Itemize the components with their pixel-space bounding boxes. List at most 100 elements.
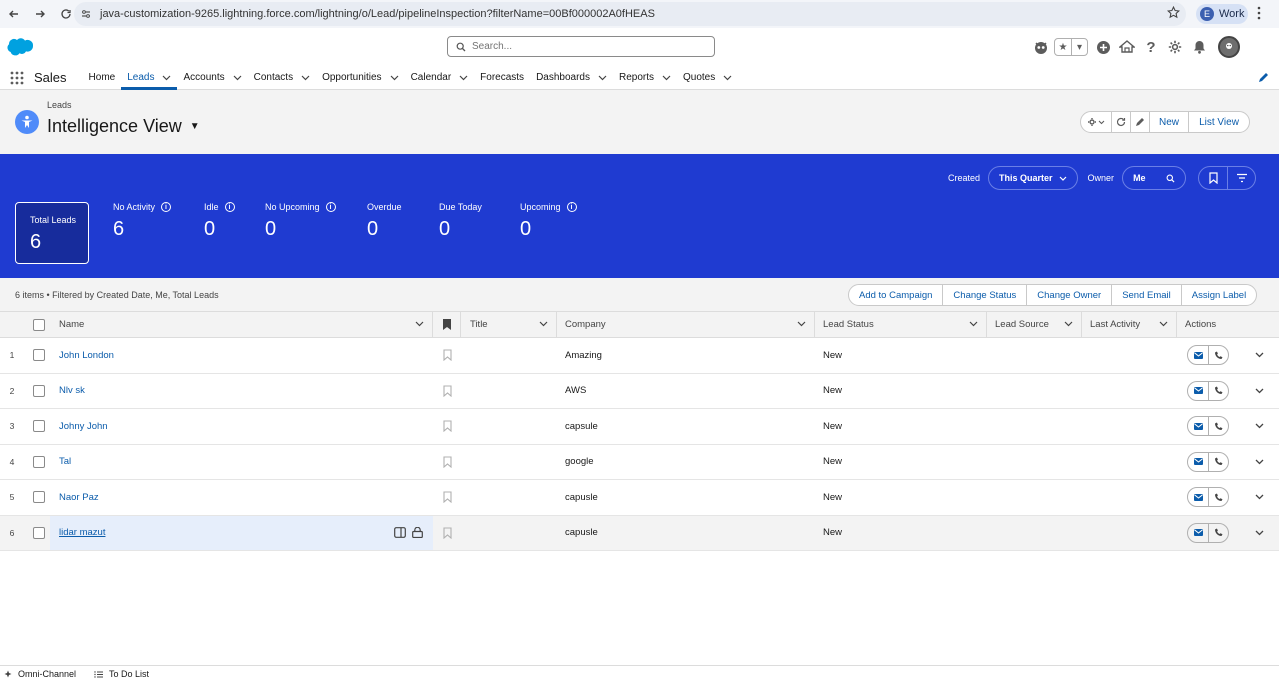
edit-list-button[interactable] xyxy=(1130,111,1150,133)
nav-item-calendar[interactable]: Calendar xyxy=(405,66,475,89)
bookmark-outline-icon[interactable] xyxy=(442,349,452,362)
bookmark-star-icon[interactable] xyxy=(1167,6,1180,19)
user-avatar[interactable] xyxy=(1218,36,1240,58)
table-row[interactable]: 2 Nlv sk AWS New xyxy=(0,373,1279,409)
app-launcher-icon[interactable] xyxy=(2,66,32,89)
chevron-down-icon[interactable] xyxy=(797,321,806,327)
setup-gear-icon[interactable] xyxy=(1164,36,1186,58)
edit-nav-pencil-icon[interactable] xyxy=(1258,72,1269,83)
saved-filters-bookmark-icon[interactable] xyxy=(1199,167,1227,189)
global-create-icon[interactable] xyxy=(1092,36,1114,58)
change-status-button[interactable]: Change Status xyxy=(942,284,1028,306)
metric-no-activity[interactable]: No Activity i 6 xyxy=(113,202,172,241)
lead-name-link[interactable]: lidar mazut xyxy=(59,527,105,538)
bookmark-outline-icon[interactable] xyxy=(442,385,452,397)
phone-icon[interactable] xyxy=(1208,452,1228,471)
metric-upcoming[interactable]: Upcoming i 0 xyxy=(520,202,577,241)
chevron-down-icon[interactable] xyxy=(233,75,242,81)
row-checkbox[interactable] xyxy=(33,491,45,504)
send-email-button[interactable]: Send Email xyxy=(1111,284,1182,306)
row-checkbox[interactable] xyxy=(33,420,45,433)
phone-icon[interactable] xyxy=(1208,488,1228,507)
nav-item-opportunities[interactable]: Opportunities xyxy=(316,66,404,89)
chevron-down-icon[interactable] xyxy=(662,75,671,81)
chevron-down-icon[interactable] xyxy=(1255,459,1264,465)
nav-item-quotes[interactable]: Quotes xyxy=(677,66,738,89)
info-icon[interactable]: i xyxy=(161,202,172,212)
email-icon[interactable] xyxy=(1188,417,1208,435)
bookmark-outline-icon[interactable] xyxy=(442,491,452,504)
column-header-name[interactable]: Name xyxy=(50,312,433,337)
todo-list-button[interactable]: To Do List xyxy=(94,669,149,679)
chevron-down-icon[interactable] xyxy=(1255,530,1264,536)
info-icon[interactable]: i xyxy=(566,202,577,212)
bookmark-outline-icon[interactable] xyxy=(442,456,452,468)
email-icon[interactable] xyxy=(1188,453,1208,471)
chevron-down-icon[interactable] xyxy=(459,75,468,81)
row-checkbox[interactable] xyxy=(33,384,45,397)
chevron-down-icon[interactable] xyxy=(1255,494,1264,500)
info-icon[interactable]: i xyxy=(325,202,336,212)
bookmark-outline-icon[interactable] xyxy=(442,420,452,433)
add-to-campaign-button[interactable]: Add to Campaign xyxy=(848,284,944,306)
table-row[interactable]: 4 Tal google New xyxy=(0,444,1279,480)
chevron-down-icon[interactable] xyxy=(1064,321,1073,327)
metric-overdue[interactable]: Overdue 0 xyxy=(367,202,402,241)
lead-name-link[interactable]: Tal xyxy=(59,456,71,467)
email-icon[interactable] xyxy=(1188,488,1208,506)
row-checkbox[interactable] xyxy=(33,349,45,362)
email-icon[interactable] xyxy=(1188,524,1208,542)
preview-panel-icon[interactable] xyxy=(394,526,406,538)
select-all-checkbox[interactable] xyxy=(33,318,45,331)
omni-channel-button[interactable]: Omni-Channel xyxy=(4,669,76,679)
owner-filter-input[interactable]: Me xyxy=(1122,166,1187,190)
row-checkbox[interactable] xyxy=(33,526,45,539)
list-view-switcher-icon[interactable]: ▼ xyxy=(190,121,200,132)
nav-item-dashboards[interactable]: Dashboards xyxy=(530,66,613,89)
metric-no-upcoming[interactable]: No Upcoming i 0 xyxy=(265,202,336,241)
back-icon[interactable] xyxy=(2,2,26,26)
astro-assistant-icon[interactable] xyxy=(1030,36,1052,58)
nav-item-reports[interactable]: Reports xyxy=(613,66,677,89)
table-row[interactable]: 6 lidar mazut capusle New xyxy=(0,515,1279,551)
lead-name-link[interactable]: Nlv sk xyxy=(59,385,85,396)
row-checkbox[interactable] xyxy=(33,455,45,468)
notifications-bell-icon[interactable] xyxy=(1188,36,1210,58)
chevron-down-icon[interactable] xyxy=(390,75,399,81)
list-view-button[interactable]: List View xyxy=(1188,111,1250,133)
column-header-title[interactable]: Title xyxy=(461,312,557,337)
chevron-down-icon[interactable] xyxy=(1255,423,1264,429)
browser-menu-icon[interactable] xyxy=(1257,6,1261,20)
change-owner-button[interactable]: Change Owner xyxy=(1026,284,1113,306)
chevron-down-icon[interactable] xyxy=(1159,321,1168,327)
column-header-lead-source[interactable]: Lead Source xyxy=(987,312,1082,337)
chevron-down-icon[interactable] xyxy=(598,75,607,81)
info-icon[interactable]: i xyxy=(224,202,235,212)
chevron-down-icon[interactable] xyxy=(723,75,732,81)
nav-item-contacts[interactable]: Contacts xyxy=(248,66,316,89)
site-info-icon[interactable] xyxy=(80,8,92,20)
column-header-last-activity[interactable]: Last Activity xyxy=(1082,312,1177,337)
favorites-list-icon[interactable]: ▾ xyxy=(1071,39,1087,55)
refresh-button[interactable] xyxy=(1111,111,1131,133)
email-icon[interactable] xyxy=(1188,382,1208,400)
lead-name-link[interactable]: Naor Paz xyxy=(59,492,99,503)
table-row[interactable]: 5 Naor Paz capusle New xyxy=(0,480,1279,516)
chevron-down-icon[interactable] xyxy=(969,321,978,327)
global-search-input[interactable]: Search... xyxy=(447,36,715,57)
new-button[interactable]: New xyxy=(1149,111,1189,133)
filter-list-icon[interactable] xyxy=(1227,167,1255,189)
nav-item-accounts[interactable]: Accounts xyxy=(177,66,247,89)
nav-item-home[interactable]: Home xyxy=(83,66,122,89)
salesforce-logo[interactable] xyxy=(6,37,34,56)
chevron-down-icon[interactable] xyxy=(539,321,548,327)
chevron-down-icon[interactable] xyxy=(1255,388,1264,394)
bookmark-outline-icon[interactable] xyxy=(442,527,452,539)
nav-item-forecasts[interactable]: Forecasts xyxy=(474,66,530,89)
created-filter-select[interactable]: This Quarter xyxy=(988,166,1078,190)
address-bar[interactable]: java-customization-9265.lightning.force.… xyxy=(74,2,1186,26)
nav-item-leads[interactable]: Leads xyxy=(121,66,178,90)
favorites-star-icon[interactable]: ★ xyxy=(1055,39,1071,55)
assign-label-button[interactable]: Assign Label xyxy=(1180,284,1258,306)
phone-icon[interactable] xyxy=(1208,417,1228,436)
